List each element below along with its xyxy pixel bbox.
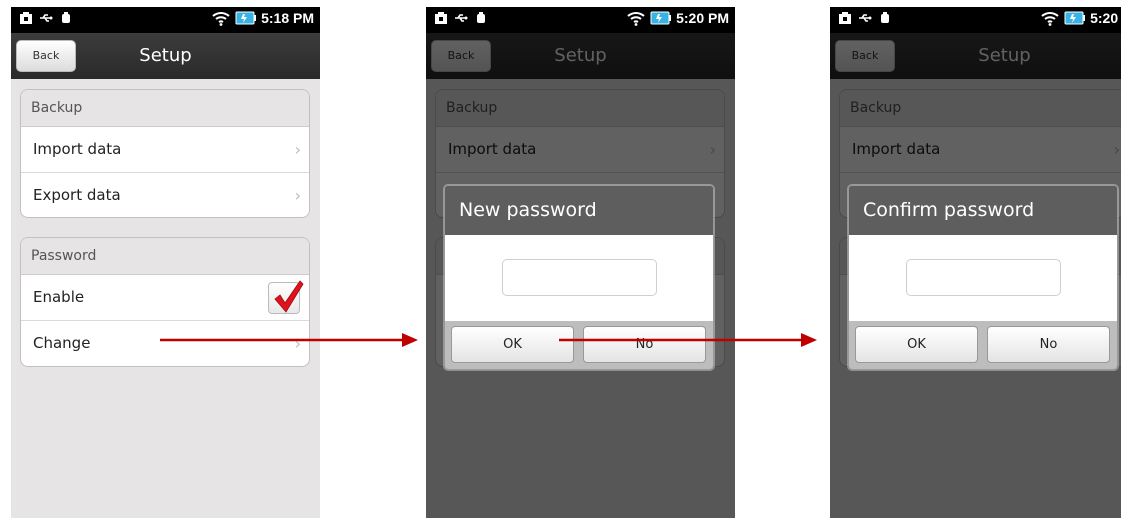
password-header: Password (21, 238, 309, 275)
battery-icon (235, 11, 257, 25)
android-debug-icon (62, 12, 70, 23)
title-bar: Back Setup (11, 33, 320, 79)
battery-icon (1064, 11, 1086, 25)
ok-button[interactable]: OK (451, 326, 574, 363)
screenshot-icon (435, 12, 447, 24)
screen-new-password: 5:20 PM Back Setup Backup Import data › … (426, 7, 735, 518)
status-bar: 5:20 PM (830, 7, 1121, 33)
screenshot-icon (839, 12, 851, 24)
flow-arrow-1 (160, 333, 418, 347)
status-bar: 5:20 PM (426, 7, 735, 33)
dialog-title: Confirm password (849, 186, 1117, 235)
android-debug-icon (477, 12, 485, 23)
screen-setup: 5:18 PM Back Setup Backup Import data › … (11, 7, 320, 518)
flow-arrow-2 (559, 333, 817, 347)
enable-label: Enable (33, 288, 85, 306)
new-password-input[interactable] (502, 259, 657, 296)
wifi-icon (1041, 12, 1059, 26)
enable-checkbox[interactable] (268, 280, 304, 314)
battery-icon (650, 11, 672, 25)
backup-group: Backup Import data › Export data › (20, 89, 310, 218)
dialog-title: New password (445, 186, 713, 235)
usb-icon (859, 14, 872, 22)
usb-icon (40, 14, 53, 22)
import-data-item[interactable]: Import data › (21, 127, 309, 173)
export-data-item[interactable]: Export data › (21, 173, 309, 218)
export-data-label: Export data (33, 185, 121, 204)
screenshot-icon (20, 12, 32, 24)
android-debug-icon (881, 12, 889, 23)
wifi-icon (627, 12, 645, 26)
chevron-right-icon: › (294, 185, 301, 205)
wifi-icon (212, 12, 230, 26)
import-data-label: Import data (33, 140, 122, 158)
screen-confirm-password: 5:20 PM Back Setup Backup Import data › … (830, 7, 1121, 518)
enable-item[interactable]: Enable (21, 275, 309, 321)
checkmark-icon (274, 280, 304, 313)
change-label: Change (33, 333, 91, 352)
chevron-right-icon: › (294, 140, 301, 159)
confirm-password-dialog: Confirm password OK No (848, 185, 1118, 370)
backup-header: Backup (21, 90, 309, 127)
status-time: 5:20 PM (676, 10, 729, 26)
ok-button[interactable]: OK (855, 326, 978, 363)
no-button[interactable]: No (987, 326, 1110, 363)
status-time: 5:18 PM (261, 10, 314, 26)
confirm-password-input[interactable] (906, 259, 1061, 296)
page-title: Setup (139, 45, 192, 66)
usb-icon (455, 14, 468, 22)
status-bar: 5:18 PM (11, 7, 320, 33)
status-time: 5:20 PM (1090, 10, 1121, 26)
